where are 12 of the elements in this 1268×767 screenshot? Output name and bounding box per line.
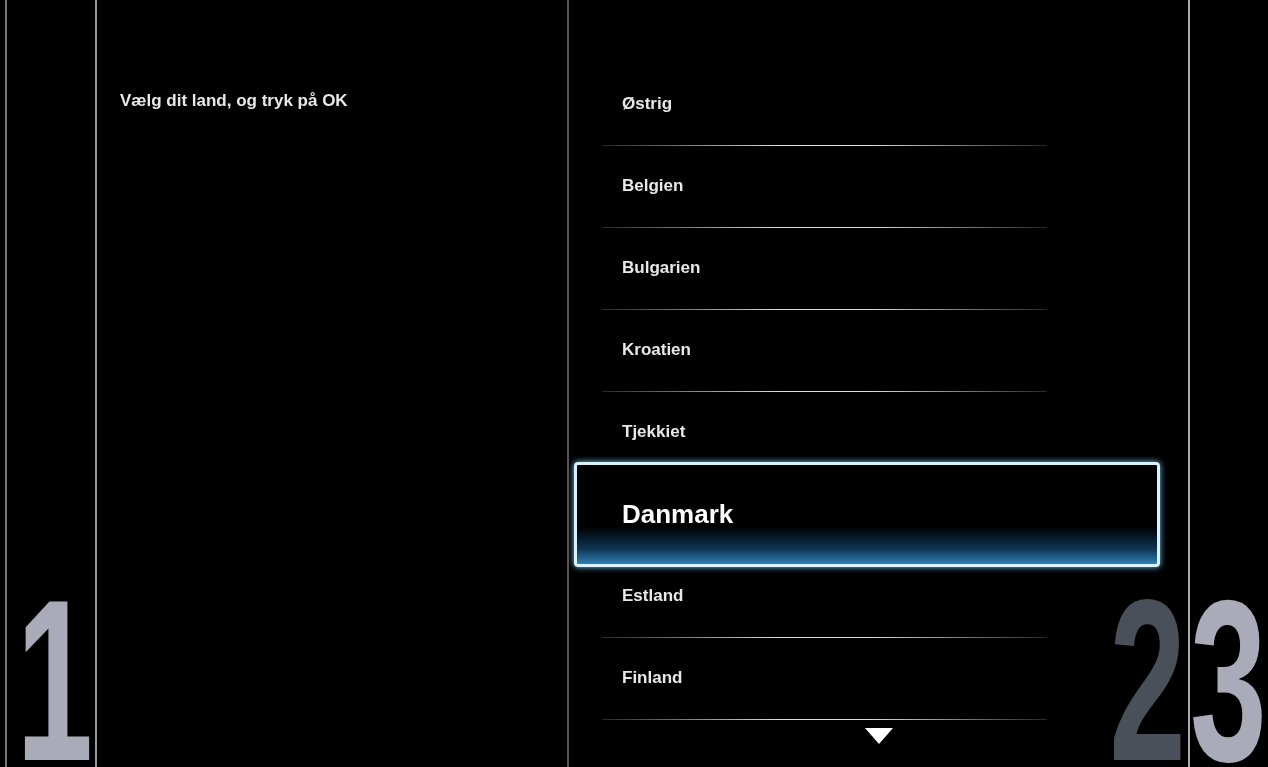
country-item[interactable]: Danmark [574, 462, 1160, 567]
step-number: 1 [16, 594, 93, 767]
instruction-text: Vælg dit land, og tryk på OK [120, 90, 349, 112]
country-item[interactable]: Bulgarien [622, 258, 701, 279]
country-item[interactable]: Estland [622, 586, 684, 607]
country-item[interactable]: Østrig [622, 94, 673, 115]
step-number: 3 [1190, 594, 1267, 767]
country-item[interactable]: Finland [622, 668, 683, 689]
country-item[interactable]: Kroatien [622, 340, 691, 361]
country-item[interactable]: Tjekkiet [622, 422, 686, 443]
step-number: 2 [1109, 594, 1186, 767]
country-item[interactable]: Belgien [622, 176, 684, 197]
